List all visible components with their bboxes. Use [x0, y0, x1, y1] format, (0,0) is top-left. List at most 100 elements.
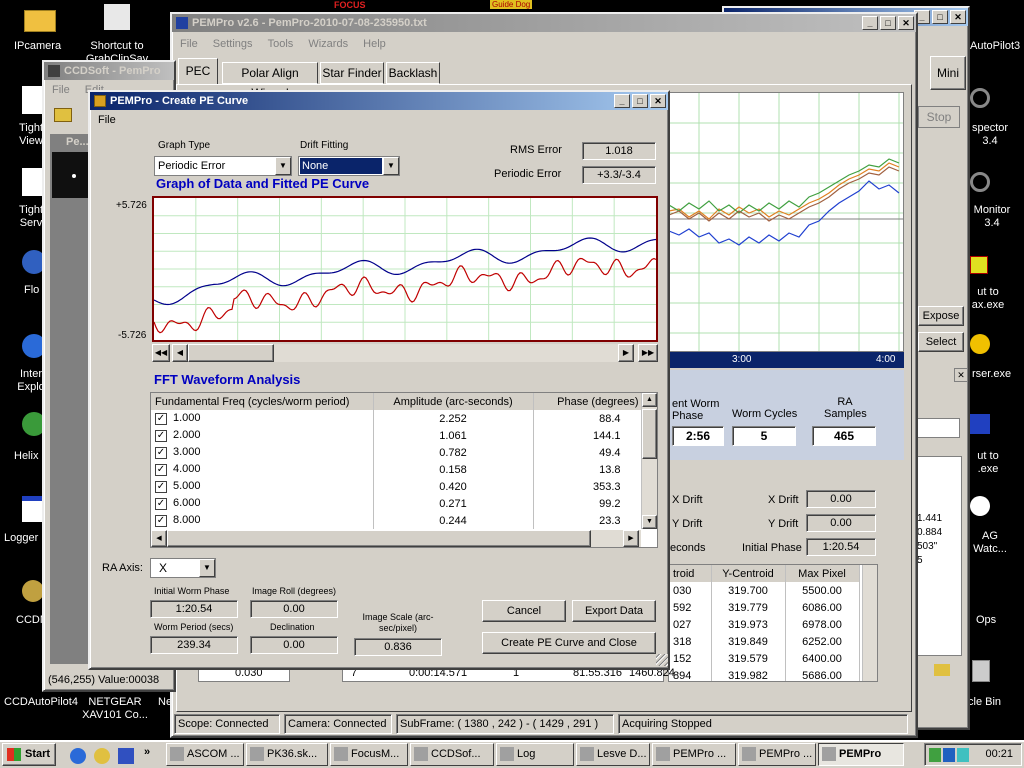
- chevron-down-icon[interactable]: ▼: [275, 157, 291, 175]
- desktop-label-ipcamera[interactable]: IPcamera: [14, 40, 61, 52]
- desktop-label-watc[interactable]: AG Watc...: [970, 530, 1010, 556]
- maximize-button[interactable]: □: [632, 94, 648, 108]
- desktop-label-ops[interactable]: Ops: [976, 614, 996, 626]
- tab-star-finder[interactable]: Star Finder: [320, 62, 384, 84]
- cancel-button[interactable]: Cancel: [482, 600, 566, 622]
- fft-vscrollbar[interactable]: ▲ ▼: [641, 393, 657, 529]
- fft-hscrollbar[interactable]: ◀ ▶: [151, 530, 641, 547]
- table-row[interactable]: 027 319.973 6978.00: [669, 616, 860, 633]
- folder-toolbar-icon[interactable]: [934, 664, 950, 676]
- minimize-button[interactable]: _: [614, 94, 630, 108]
- tightvnc-viewer-icon[interactable]: [22, 86, 44, 114]
- fft-checkbox[interactable]: ✓: [155, 480, 167, 493]
- scroll-thumb[interactable]: [188, 344, 274, 362]
- table-row[interactable]: 894 319.982 5686.00: [669, 667, 860, 681]
- image-roll-field[interactable]: 0.00: [250, 600, 338, 618]
- samples-table[interactable]: troid Y-Centroid Max Pixel 030 319.700 550…: [668, 564, 878, 682]
- fft-checkbox[interactable]: ✓: [155, 412, 167, 425]
- declination-field[interactable]: 0.00: [250, 636, 338, 654]
- desktop-label-helix[interactable]: Helix: [14, 450, 38, 462]
- watcher-icon[interactable]: [970, 496, 990, 516]
- desktop-label-flo[interactable]: Flo: [24, 284, 39, 296]
- col-header-x-centroid[interactable]: troid: [669, 565, 712, 582]
- scroll-right-icon[interactable]: ▶: [623, 530, 639, 547]
- samples-scrollbar[interactable]: [862, 565, 877, 681]
- sun-icon[interactable]: [970, 334, 990, 354]
- expose-button[interactable]: Expose: [918, 306, 964, 326]
- right-dropdown[interactable]: [912, 418, 960, 438]
- scroll-first-icon[interactable]: ◀◀: [152, 344, 170, 362]
- graph-type-select[interactable]: Periodic Error ▼: [154, 156, 292, 176]
- close-button[interactable]: ✕: [898, 16, 914, 30]
- tightvnc-server-icon[interactable]: [22, 168, 44, 196]
- desktop-label-netgear[interactable]: NETGEAR XAV101 Co...: [80, 696, 150, 722]
- col-header-y-centroid[interactable]: Y-Centroid: [711, 565, 786, 582]
- resize-grip-icon[interactable]: [656, 654, 668, 666]
- mini-button[interactable]: Mini: [930, 56, 966, 90]
- magnifier-icon[interactable]: [970, 88, 990, 108]
- fft-row[interactable]: ✓ 8.000 0.244 23.3: [151, 512, 644, 529]
- taskbar-button[interactable]: PK36.sk...: [246, 743, 328, 766]
- compass-quicklaunch-icon[interactable]: [94, 748, 110, 764]
- scroll-thumb[interactable]: [167, 530, 591, 547]
- select-button[interactable]: Select: [918, 332, 964, 352]
- ra-axis-select[interactable]: X ▼: [150, 558, 216, 578]
- desktop-label-inspector[interactable]: spector 3.4: [970, 122, 1010, 148]
- taskbar-button[interactable]: ASCOM ...: [166, 743, 244, 766]
- taskbar-button[interactable]: CCDSof...: [410, 743, 494, 766]
- pempro-titlebar[interactable]: PEMPro v2.6 - PemPro-2010-07-08-235950.t…: [172, 14, 916, 32]
- worm-period-field[interactable]: 239.34: [150, 636, 238, 654]
- scroll-last-icon[interactable]: ▶▶: [638, 344, 658, 362]
- close-button[interactable]: ✕: [950, 10, 966, 24]
- shortcut-max-icon[interactable]: [970, 256, 988, 274]
- fft-checkbox[interactable]: ✓: [155, 463, 167, 476]
- focus-icon-label[interactable]: FOCUS: [334, 0, 366, 10]
- fft-row[interactable]: ✓ 1.000 2.252 88.4: [151, 410, 644, 427]
- menu-settings[interactable]: Settings: [213, 38, 253, 50]
- fft-row[interactable]: ✓ 5.000 0.420 353.3: [151, 478, 644, 495]
- ie-quicklaunch-icon[interactable]: [70, 748, 86, 764]
- maximize-button[interactable]: □: [880, 16, 896, 30]
- shortcut-icon[interactable]: [104, 4, 130, 30]
- quicklaunch-icon[interactable]: [118, 748, 134, 764]
- desktop-label-max[interactable]: ut to ax.exe: [966, 286, 1010, 312]
- fft-col-amplitude[interactable]: Amplitude (arc-seconds): [373, 393, 534, 410]
- tab-backlash[interactable]: Backlash: [386, 62, 440, 84]
- scroll-thumb[interactable]: [642, 409, 657, 459]
- chevron-right-icon[interactable]: »: [144, 746, 150, 758]
- fft-checkbox[interactable]: ✓: [155, 514, 167, 527]
- create-pe-curve-button[interactable]: Create PE Curve and Close: [482, 632, 656, 654]
- logger-icon[interactable]: [22, 496, 44, 522]
- table-row[interactable]: 592 319.779 6086.00: [669, 599, 860, 616]
- scroll-up-icon[interactable]: ▲: [642, 393, 657, 407]
- start-button[interactable]: Start: [2, 743, 56, 766]
- fft-checkbox[interactable]: ✓: [155, 446, 167, 459]
- desktop-label-rser[interactable]: rser.exe: [972, 368, 1011, 380]
- fft-col-phase[interactable]: Phase (degrees): [533, 393, 644, 410]
- tab-pec[interactable]: PEC: [178, 58, 218, 84]
- create-pe-curve-dialog[interactable]: PEMPro - Create PE Curve _ □ ✕ File Grap…: [88, 90, 670, 670]
- image-scale-field[interactable]: 0.836: [354, 638, 442, 656]
- chevron-down-icon[interactable]: ▼: [199, 559, 215, 577]
- fft-col-freq[interactable]: Fundamental Freq (cycles/worm period): [151, 393, 374, 410]
- desktop-label-recycle[interactable]: cle Bin: [968, 696, 1001, 708]
- taskbar-button[interactable]: FocusM...: [330, 743, 408, 766]
- scroll-right-icon[interactable]: ▶: [618, 344, 634, 362]
- fft-row[interactable]: ✓ 6.000 0.271 99.2: [151, 495, 644, 512]
- guide-dog-icon-label[interactable]: Guide Dog: [490, 0, 533, 9]
- blue-shortcut-icon[interactable]: [970, 414, 990, 434]
- ccdsoft-titlebar[interactable]: CCDSoft - PemPro: [44, 62, 174, 80]
- export-data-button[interactable]: Export Data: [572, 600, 656, 622]
- table-row[interactable]: 318 319.849 6252.00: [669, 633, 860, 650]
- folder-icon[interactable]: [24, 10, 56, 32]
- scroll-down-icon[interactable]: ▼: [642, 515, 657, 529]
- desktop-label-monitor[interactable]: Monitor 3.4: [970, 204, 1014, 230]
- initial-worm-phase-field[interactable]: 1:20.54: [150, 600, 238, 618]
- fft-row[interactable]: ✓ 3.000 0.782 49.4: [151, 444, 644, 461]
- recycle-bin-icon[interactable]: [972, 660, 990, 682]
- fft-checkbox[interactable]: ✓: [155, 429, 167, 442]
- right-close-icon[interactable]: ✕: [954, 368, 968, 382]
- fft-row[interactable]: ✓ 2.000 1.061 144.1: [151, 427, 644, 444]
- desktop-label-ut-exe[interactable]: ut to .exe: [966, 450, 1010, 476]
- taskbar-button[interactable]: Log: [496, 743, 574, 766]
